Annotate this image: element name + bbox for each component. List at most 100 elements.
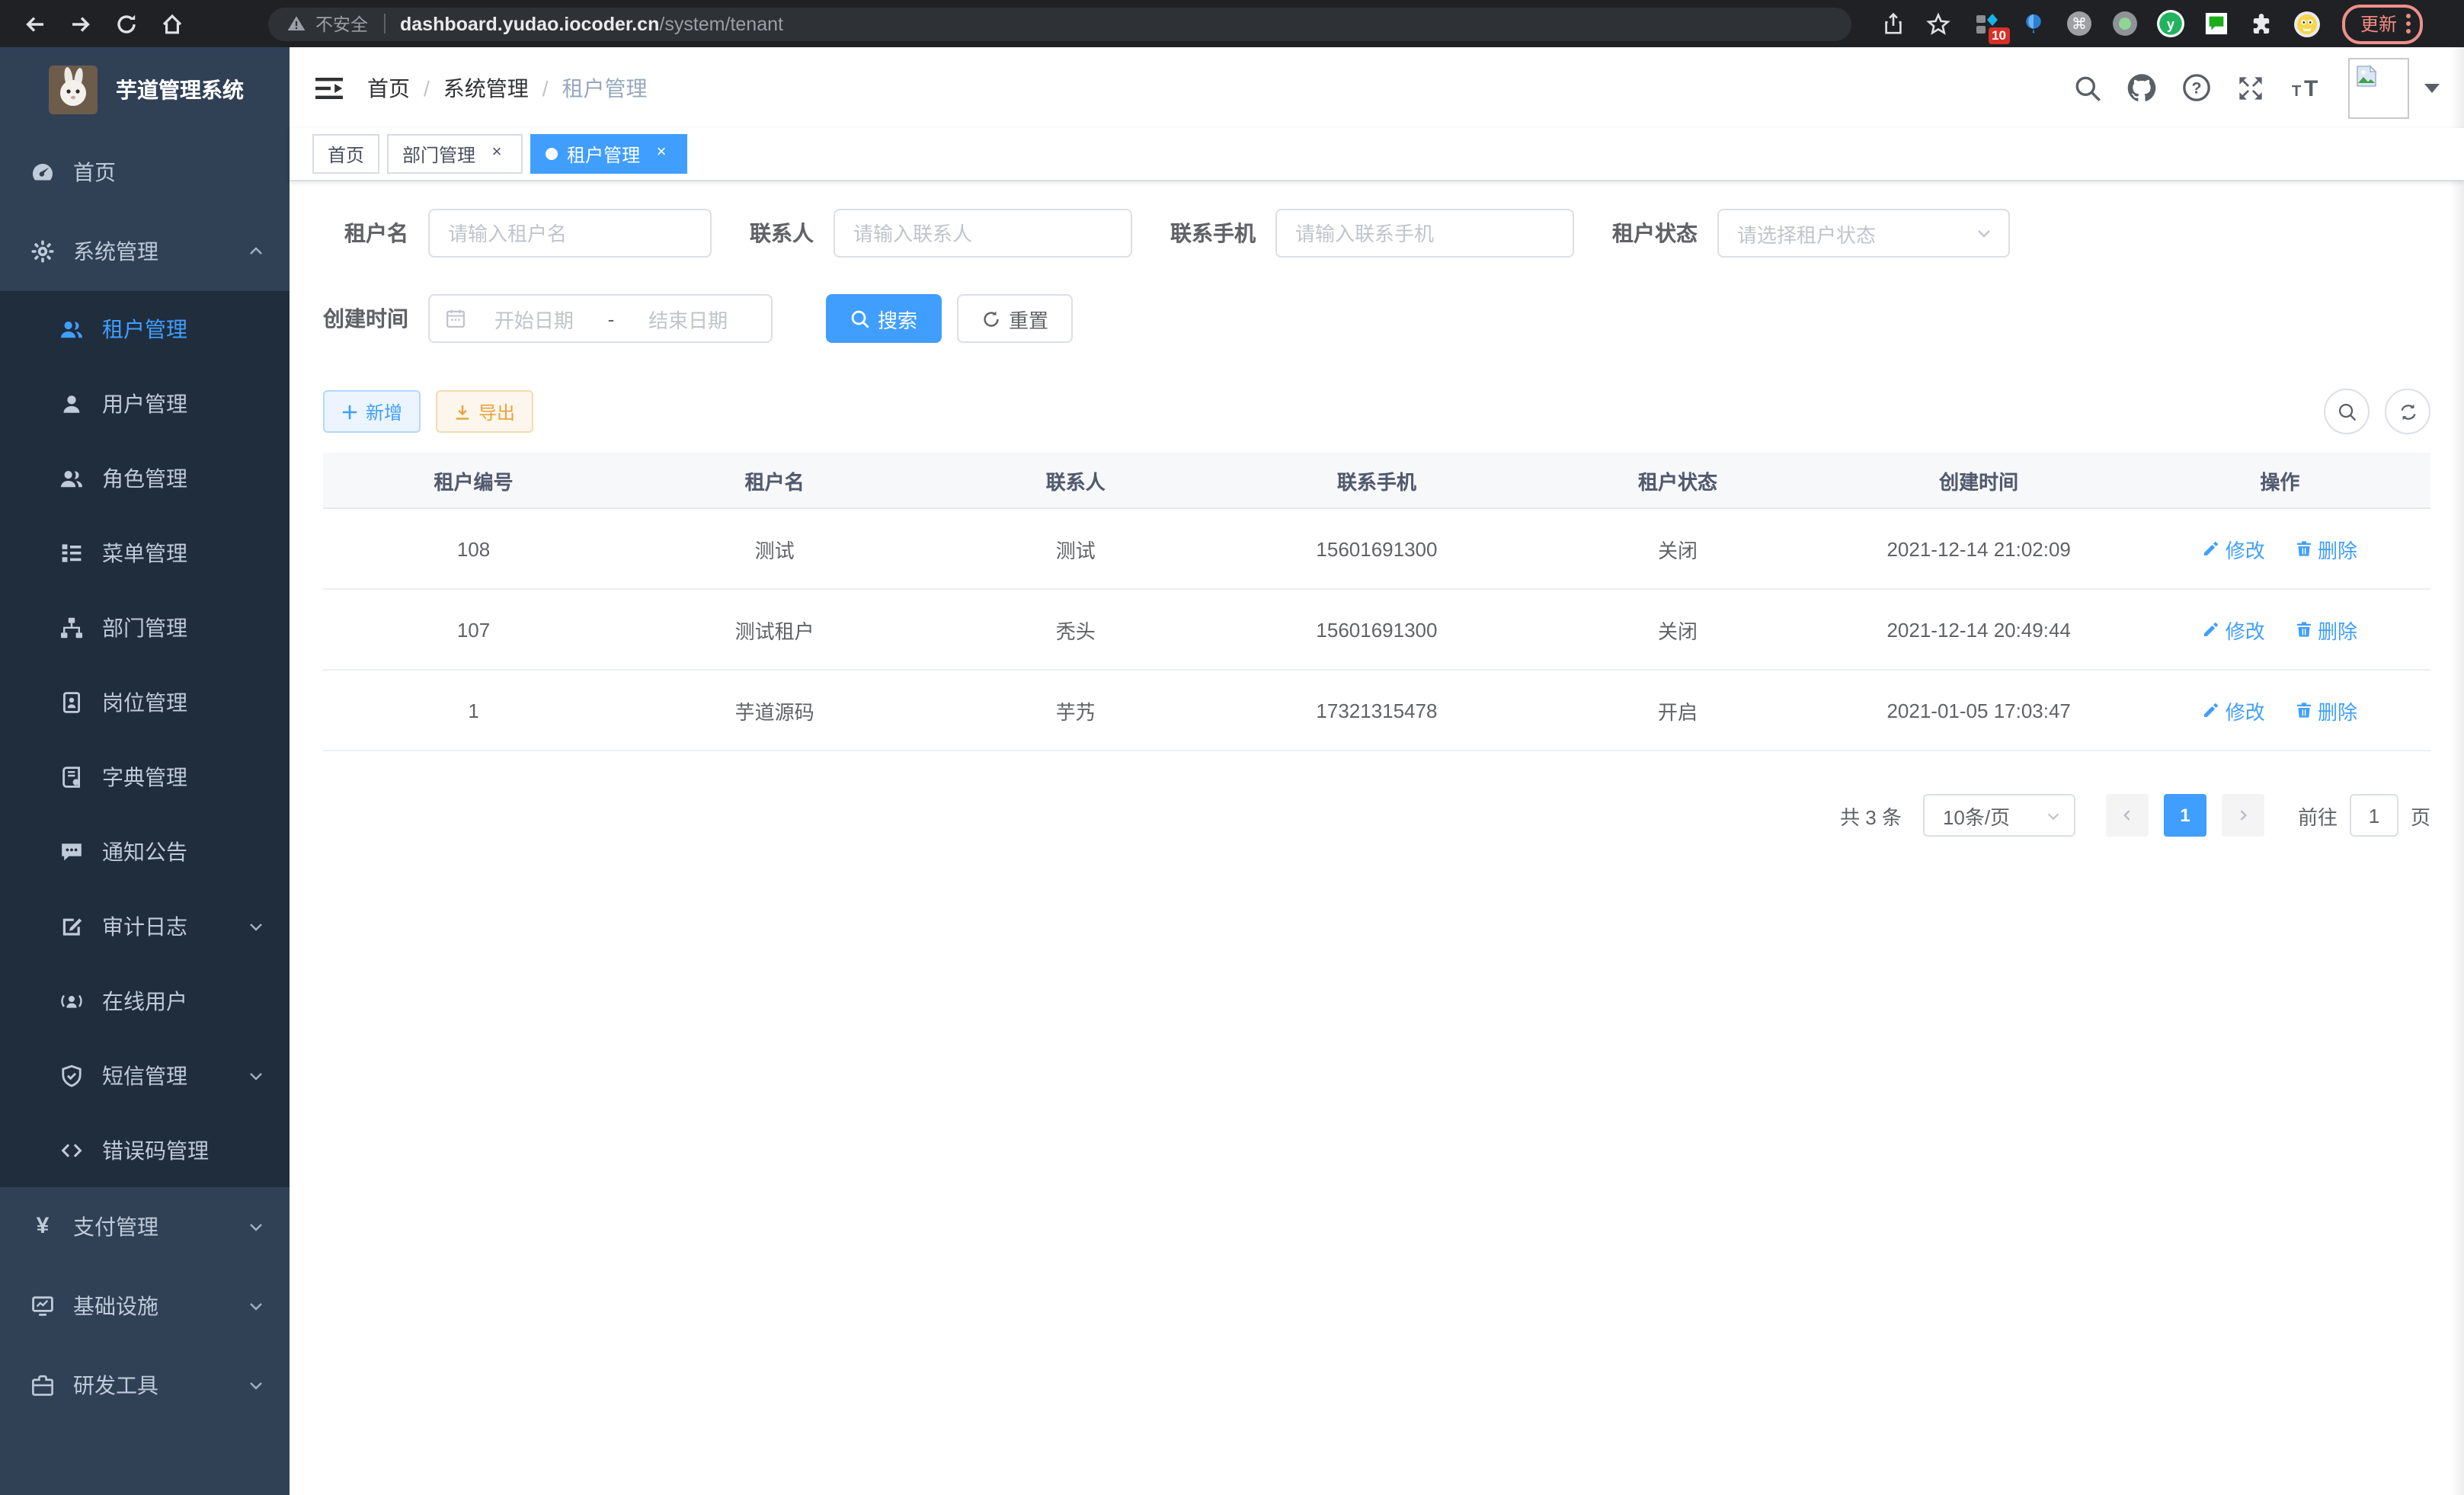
breadcrumb-system[interactable]: 系统管理	[443, 72, 529, 103]
col-created: 创建时间	[1829, 453, 2130, 508]
download-icon	[454, 403, 471, 420]
monitor-icon	[30, 1294, 55, 1318]
dashboard-icon	[30, 160, 55, 184]
sidebar-item-audit-log[interactable]: 审计日志	[0, 888, 290, 963]
tab-tenant[interactable]: 租户管理 ×	[530, 134, 687, 174]
sidebar-item-payment[interactable]: ¥ 支付管理	[0, 1187, 290, 1266]
sidebar-item-error-code[interactable]: 错误码管理	[0, 1112, 290, 1187]
sidebar-item-menu[interactable]: 菜单管理	[0, 515, 290, 590]
browser-actions: 10 ⌘ y 更新	[1870, 4, 2423, 43]
contact-input[interactable]	[834, 209, 1132, 258]
sidebar-menu: 首页 系统管理 租户管理 用户管理 角色管理	[0, 133, 290, 1425]
edit-link[interactable]: 修改	[2203, 534, 2265, 563]
tenant-name-input[interactable]	[428, 209, 712, 258]
sidebar-item-dict[interactable]: 字典管理	[0, 739, 290, 814]
sidebar-item-sms[interactable]: 短信管理	[0, 1038, 290, 1112]
address-bar[interactable]: 不安全 dashboard.yudao.iocoder.cn/system/te…	[268, 7, 1851, 40]
font-size-icon[interactable]: TT	[2290, 74, 2324, 101]
table-toolbar: 新增 导出	[323, 389, 2430, 434]
extensions-puzzle-icon[interactable]	[2242, 4, 2281, 43]
breadcrumb-separator: /	[542, 75, 549, 100]
sidebar-item-tenant[interactable]: 租户管理	[0, 291, 290, 366]
sidebar-item-system[interactable]: 系统管理	[0, 212, 290, 291]
browser-update-button[interactable]: 更新	[2342, 4, 2423, 43]
shield-check-icon	[59, 1063, 84, 1087]
edit-link[interactable]: 修改	[2203, 696, 2265, 725]
delete-link[interactable]: 删除	[2295, 696, 2357, 725]
sidebar-item-infrastructure[interactable]: 基础设施	[0, 1266, 290, 1346]
page-size-select[interactable]: 10条/页	[1923, 794, 2075, 837]
delete-link[interactable]: 删除	[2295, 615, 2357, 644]
sidebar-item-online-users[interactable]: 在线用户	[0, 963, 290, 1038]
start-date-placeholder: 开始日期	[466, 304, 602, 333]
search-button[interactable]: 搜索	[826, 294, 942, 343]
extension-y-icon[interactable]: y	[2150, 4, 2190, 43]
close-tab-icon[interactable]: ×	[486, 143, 507, 165]
extension-record-icon[interactable]	[2104, 4, 2144, 43]
trash-icon	[2295, 620, 2313, 639]
close-tab-icon[interactable]: ×	[651, 143, 672, 165]
table-row: 107 测试租户 秃头 15601691300 关闭 2021-12-14 20…	[323, 589, 2430, 670]
tab-dept[interactable]: 部门管理 ×	[387, 134, 523, 174]
chevron-down-icon	[247, 1297, 265, 1315]
browser-menu-icon[interactable]	[2406, 14, 2411, 34]
share-icon[interactable]	[1874, 5, 1911, 42]
bookmark-star-icon[interactable]	[1920, 5, 1957, 42]
add-button[interactable]: 新增	[323, 390, 421, 433]
app-title: 芋道管理系统	[116, 75, 244, 105]
show-search-toggle-button[interactable]	[2324, 389, 2370, 434]
search-icon[interactable]	[2074, 74, 2101, 101]
address-divider	[383, 14, 385, 34]
avatar[interactable]	[2348, 57, 2409, 118]
extension-grid-icon[interactable]: 10	[1967, 4, 2007, 43]
forward-icon[interactable]	[62, 5, 99, 42]
table-header-row: 租户编号 租户名 联系人 联系手机 租户状态 创建时间 操作	[323, 453, 2430, 508]
next-page-button[interactable]	[2222, 794, 2264, 837]
home-icon[interactable]	[154, 5, 190, 42]
profile-avatar-icon[interactable]	[2287, 4, 2327, 43]
status-select[interactable]: 请选择租户状态	[1717, 209, 2010, 258]
breadcrumb: 首页 / 系统管理 / 租户管理	[367, 72, 648, 103]
extension-command-icon[interactable]: ⌘	[2059, 4, 2098, 43]
breadcrumb-home[interactable]: 首页	[367, 72, 410, 103]
sidebar-item-dept[interactable]: 部门管理	[0, 590, 290, 664]
extension-chat-icon[interactable]	[2196, 4, 2235, 43]
avatar-dropdown-caret[interactable]	[2424, 83, 2440, 92]
extension-balloon-icon[interactable]	[2013, 4, 2053, 43]
help-icon[interactable]: ?	[2182, 73, 2211, 102]
refresh-icon	[981, 309, 1001, 328]
date-separator: -	[602, 307, 621, 330]
url-path: /system/tenant	[659, 13, 783, 34]
back-icon[interactable]	[17, 5, 53, 42]
reload-icon[interactable]	[108, 5, 145, 42]
delete-link[interactable]: 删除	[2295, 534, 2357, 563]
goto-page-input[interactable]	[2350, 794, 2398, 837]
page-number-1[interactable]: 1	[2164, 794, 2206, 837]
sidebar-item-devtools[interactable]: 研发工具	[0, 1346, 290, 1425]
fullscreen-icon[interactable]	[2237, 74, 2264, 101]
sidebar-item-user[interactable]: 用户管理	[0, 366, 290, 440]
sidebar-collapse-icon[interactable]	[314, 74, 344, 101]
tab-home[interactable]: 首页	[312, 134, 379, 174]
sidebar-item-home[interactable]: 首页	[0, 133, 290, 212]
sidebar-item-role[interactable]: 角色管理	[0, 440, 290, 515]
breadcrumb-current: 租户管理	[562, 72, 648, 103]
export-button[interactable]: 导出	[436, 390, 533, 433]
mobile-input[interactable]	[1275, 209, 1574, 258]
edit-link[interactable]: 修改	[2203, 615, 2265, 644]
github-icon[interactable]	[2127, 73, 2156, 102]
sidebar-item-notice[interactable]: 通知公告	[0, 814, 290, 888]
logo-rabbit-image	[49, 66, 98, 114]
prev-page-button[interactable]	[2106, 794, 2149, 837]
reset-button[interactable]: 重置	[957, 294, 1073, 343]
search-icon	[850, 309, 870, 328]
sidebar-item-post[interactable]: 岗位管理	[0, 664, 290, 739]
chevron-up-icon	[247, 242, 265, 261]
date-range-picker[interactable]: 开始日期 - 结束日期	[428, 294, 773, 343]
filter-mobile: 联系手机	[1170, 209, 1574, 258]
security-warning[interactable]: 不安全	[286, 11, 368, 36]
refresh-table-button[interactable]	[2385, 389, 2430, 434]
app-logo[interactable]: 芋道管理系统	[0, 47, 290, 133]
extension-badge: 10	[1988, 27, 2010, 43]
chevron-down-icon	[247, 1218, 265, 1236]
